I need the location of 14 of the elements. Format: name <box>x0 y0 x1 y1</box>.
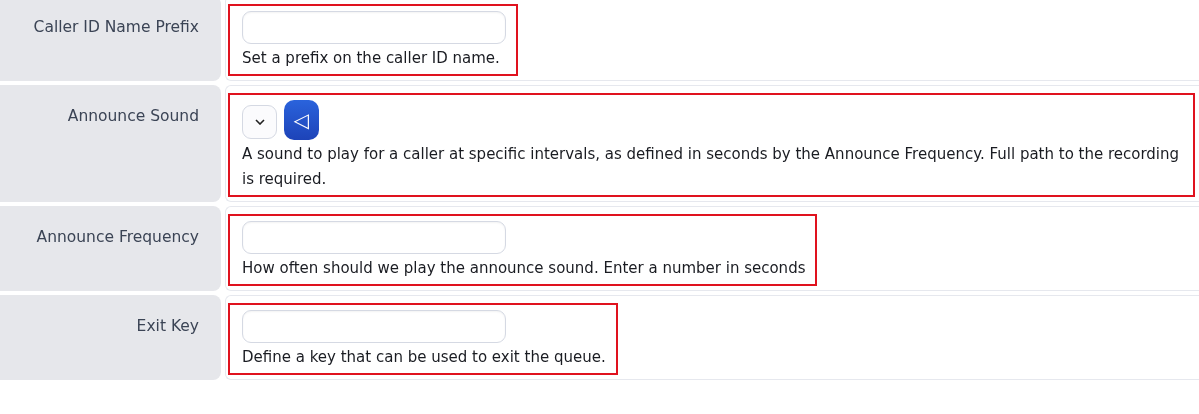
field-label: Exit Key <box>136 317 199 335</box>
text-field[interactable] <box>242 310 506 343</box>
field-label: Announce Sound <box>67 107 199 125</box>
help-text: How often should we play the announce sound. Enter a number in seconds <box>242 258 806 279</box>
help-text: Set a prefix on the caller ID name. <box>242 48 501 69</box>
chevron-down-icon <box>254 119 265 125</box>
text-field[interactable] <box>242 221 506 254</box>
sound-dropdown[interactable] <box>242 105 277 139</box>
help-text: A sound to play for a caller at specific intervals, as defined in seconds by the Announce Frequency. Full path to the recording is required. <box>242 144 1181 190</box>
help-text: Define a key that can be used to exit the queue. <box>242 347 606 368</box>
text-field[interactable] <box>242 11 506 44</box>
play-button[interactable]: ◁ <box>284 100 319 140</box>
field-label: Caller ID Name Prefix <box>33 18 199 36</box>
field-label: Announce Frequency <box>36 228 199 246</box>
